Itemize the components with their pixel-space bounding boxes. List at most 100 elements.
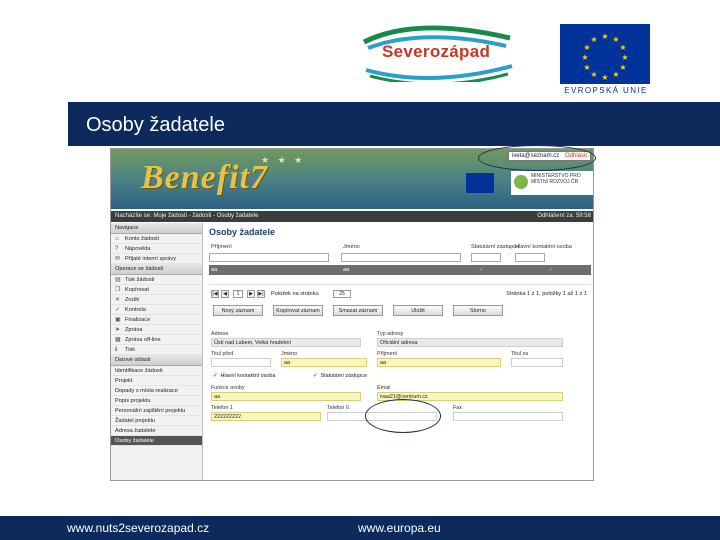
grid-header: Příjmení Jméno Statutární zástupce Hlavn… [209, 243, 591, 251]
sidebar-item-project[interactable]: Projekt [111, 376, 202, 386]
title-after-label: Titul za [511, 351, 529, 357]
statutory-checkbox[interactable]: ✓ Statutární zástupce [313, 373, 367, 379]
email-highlight-ellipse [478, 145, 596, 171]
svg-text:★: ★ [581, 53, 588, 62]
breadcrumb-bar: Nacházíte se: Moje žádosti - žádosti - O… [111, 211, 593, 222]
eu-mini-flag [466, 173, 494, 193]
email-label: Email [377, 385, 391, 391]
finalize-icon: ▣ [115, 317, 121, 323]
send-icon: ➤ [115, 327, 121, 333]
sidebar-item-label: Kontrola [125, 307, 146, 313]
prev-page-icon[interactable]: ◀ [221, 290, 229, 298]
main-contact-checkbox[interactable]: ✓ Hlavní kontaktní osoba [213, 373, 275, 379]
table-row[interactable]: aa aa ✓ ✓ [209, 265, 591, 275]
sidebar-item-help[interactable]: ? Nápověda [111, 244, 202, 254]
per-page-select[interactable]: 25 [333, 290, 351, 298]
sidebar-item-label: Finalizace [125, 317, 151, 323]
app-screenshot: Benefit7 ★ ★ ★ iveta@seznam.cz Odhlásit … [110, 148, 594, 481]
offline-icon: ▦ [115, 337, 121, 343]
sidebar-section-operations[interactable]: Operace se žádostí [111, 264, 202, 275]
eu-flag: ★ ★ ★ ★ ★ ★ ★ ★ ★ ★ ★ ★ [560, 24, 650, 84]
filter-name-input[interactable] [341, 253, 461, 262]
help-icon: ? [115, 246, 119, 252]
sidebar-item-identification[interactable]: Identifikace žádosti [111, 366, 202, 376]
name-label: Jméno [281, 351, 298, 357]
sidebar-section-data[interactable]: Datové oblasti [111, 355, 202, 366]
title-after-field[interactable] [511, 358, 563, 367]
filter-surname-input[interactable] [209, 253, 329, 262]
fax-label: Fax [453, 405, 462, 411]
sidebar-item-finalize[interactable]: ▣ Finalizace [111, 315, 202, 325]
sidebar-item-label: Konto žádostí [125, 236, 160, 242]
copy-record-button[interactable]: Kopírovat záznam [273, 305, 323, 316]
sidebar-item-account[interactable]: ⌂ Konto žádostí [111, 234, 202, 244]
title-band: Osoby žadatele [68, 102, 720, 146]
column-name[interactable]: Jméno [343, 243, 360, 251]
column-surname[interactable]: Příjmení [211, 243, 232, 251]
function-field[interactable]: aa [211, 392, 361, 401]
sidebar-item-description[interactable]: Popis projektu [111, 396, 202, 406]
main-panel: Osoby žadatele Příjmení Jméno Statutární… [207, 223, 593, 480]
address-label: Adresa [211, 331, 229, 337]
statutory-label: Statutární zástupce [320, 373, 367, 379]
address-field[interactable]: Ústí nad Labem, Velká hradební [211, 338, 361, 347]
sidebar-item-send[interactable]: ➤ Zpráva [111, 325, 202, 335]
title-before-field[interactable] [211, 358, 271, 367]
sidebar-item-applicant-persons[interactable]: Osoby žadatele [111, 436, 202, 446]
sidebar-item-messages[interactable]: ✉ Přijaté interní zprávy [111, 254, 202, 264]
column-main-contact[interactable]: Hlavní kontaktní osoba [515, 243, 572, 251]
sidebar-item-send-offline[interactable]: ▦ Zpráva off-line [111, 335, 202, 345]
slide: Severozápad ★ ★ ★ ★ ★ ★ ★ ★ ★ ★ ★ ★ EVROPSKÁ UNI… [0, 0, 720, 540]
sidebar-section-navigation[interactable]: Navigace [111, 223, 202, 234]
delete-icon: ✕ [115, 297, 121, 303]
first-page-icon[interactable]: |◀ [211, 290, 219, 298]
phone1-label: Telefon 1 [211, 405, 233, 411]
phone1-field[interactable]: 222222222 [211, 412, 321, 421]
fax-field[interactable] [453, 412, 563, 421]
button-row: Nový záznam Kopírovat záznam Smazat zázn… [209, 305, 591, 317]
filter-statutory-select[interactable] [471, 253, 501, 262]
address-type-field[interactable]: Oficiální adresa [377, 338, 563, 347]
cancel-button[interactable]: Storno [453, 305, 503, 316]
main-contact-label: Hlavní kontaktní osoba [220, 373, 276, 379]
copy-icon: ❐ [115, 287, 121, 293]
delete-record-button[interactable]: Smazat záznam [333, 305, 383, 316]
function-label: Funkce osoby [211, 385, 245, 391]
sidebar-item-delete[interactable]: ✕ Zrušit [111, 295, 202, 305]
sidebar-item-staffing[interactable]: Personální zajištění projektu [111, 406, 202, 416]
column-statutory[interactable]: Statutární zástupce [471, 243, 519, 251]
next-page-icon[interactable]: ▶ [247, 290, 255, 298]
sidebar-item-label: Tisk [125, 347, 136, 353]
svg-text:★: ★ [590, 35, 597, 44]
svg-text:★: ★ [583, 63, 590, 72]
cell-surname: aa [211, 267, 218, 273]
app-brand: Benefit7 [141, 159, 268, 196]
surname-label: Příjmení [377, 351, 398, 357]
sidebar-item-applicant[interactable]: Žadatel projektu [111, 416, 202, 426]
surname-field[interactable]: aa [377, 358, 501, 367]
page-number-input[interactable]: 1 [233, 290, 243, 298]
ministry-logo: MINISTERSTVO PRO MÍSTNÍ ROZVOJ ČR [511, 171, 593, 195]
severozapad-logo: Severozápad [360, 22, 520, 86]
footer-url-right[interactable]: www.europa.eu [358, 521, 441, 535]
sidebar-item-check[interactable]: ✓ Kontrola [111, 305, 202, 315]
address-type-label: Typ adresy [377, 331, 404, 337]
sidebar-item-info[interactable]: ℹ Tisk [111, 345, 202, 355]
sidebar-item-print[interactable]: ▤ Tisk žádosti [111, 275, 202, 285]
breadcrumb: Nacházíte se: Moje žádosti - žádosti - O… [115, 213, 259, 219]
sidebar-item-copy[interactable]: ❐ Kopírovat [111, 285, 202, 295]
last-page-icon[interactable]: ▶| [257, 290, 265, 298]
eu-stars-icon: ★ ★★ ★★★ ★★★ ★★★ [581, 32, 628, 82]
footer-url-left[interactable]: www.nuts2severozapad.cz [67, 521, 209, 535]
sidebar-item-applicant-address[interactable]: Adresa žadatele [111, 426, 202, 436]
save-button[interactable]: Uložit [393, 305, 443, 316]
sidebar-item-label: Zpráva off-line [125, 337, 161, 343]
house-icon: ⌂ [115, 236, 119, 242]
filter-contact-select[interactable] [515, 253, 545, 262]
svg-text:★: ★ [619, 63, 626, 72]
sidebar-item-label: Přijaté interní zprávy [125, 256, 176, 262]
name-field[interactable]: aa [281, 358, 367, 367]
pager-summary: Stránka 1 z 1, položky 1 až 1 z 1 [506, 291, 587, 297]
new-record-button[interactable]: Nový záznam [213, 305, 263, 316]
sidebar-item-impacts[interactable]: Dopady s místa realizace [111, 386, 202, 396]
